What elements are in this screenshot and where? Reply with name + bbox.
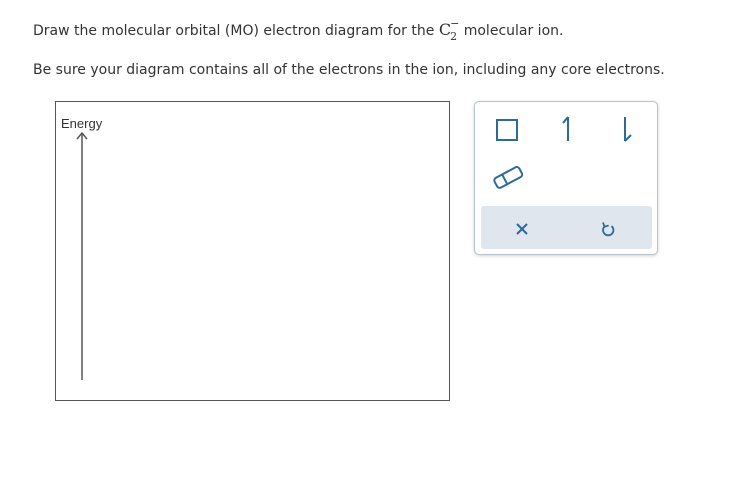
drawing-toolbox	[474, 101, 658, 255]
orbital-box-tool[interactable]	[495, 118, 519, 142]
square-icon	[496, 119, 518, 141]
eraser-tool[interactable]	[491, 164, 525, 190]
prompt-text-before: Draw the molecular orbital (MO) electron…	[33, 23, 439, 39]
action-bar	[481, 206, 652, 249]
prompt-text-after: molecular ion.	[459, 23, 564, 39]
half-arrow-down-icon	[624, 117, 632, 142]
undo-icon	[602, 222, 615, 237]
energy-axis-arrow	[76, 131, 88, 380]
energy-axis-label: Energy	[61, 116, 103, 131]
undo-button[interactable]	[597, 218, 619, 240]
prompt-line-1: Draw the molecular orbital (MO) electron…	[33, 17, 564, 43]
prompt-line-2: Be sure your diagram contains all of the…	[33, 62, 665, 78]
spin-up-arrow-tool[interactable]	[560, 114, 576, 144]
formula-subscript: 2	[450, 30, 458, 43]
chemical-formula: C2−	[439, 17, 460, 43]
spin-down-arrow-tool[interactable]	[619, 114, 635, 144]
eraser-icon	[493, 166, 524, 189]
mo-diagram-canvas[interactable]: Energy	[55, 101, 450, 401]
close-icon	[516, 223, 528, 235]
formula-charge: −	[450, 17, 460, 30]
clear-button[interactable]	[511, 218, 533, 240]
half-arrow-up-icon	[562, 116, 569, 141]
